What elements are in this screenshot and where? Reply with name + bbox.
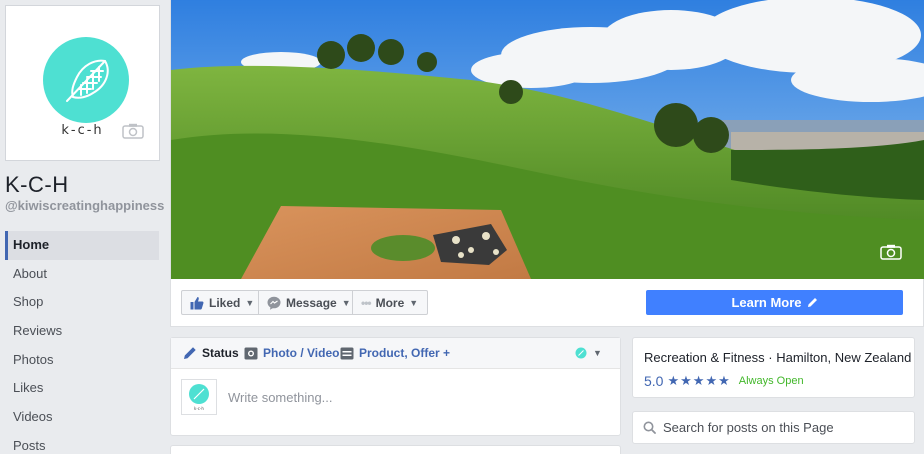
avatar: k-c-h (181, 379, 217, 415)
learn-more-label: Learn More (731, 295, 802, 310)
tab-photo-label: Photo / Video (263, 346, 340, 360)
pencil-icon (807, 297, 818, 308)
star-icon: ★ (692, 373, 705, 388)
tab-status[interactable]: Status (183, 346, 239, 360)
shop-icon (340, 347, 359, 360)
caret-down-icon: ▼ (341, 297, 351, 308)
nav-item-videos[interactable]: Videos (5, 403, 159, 432)
camera-icon (244, 347, 263, 360)
star-icon: ★ (680, 373, 692, 388)
camera-icon[interactable] (122, 123, 144, 144)
page-selector[interactable]: ▼ (575, 347, 602, 359)
category-location[interactable]: Recreation & Fitness · Hamilton, New Zea… (644, 350, 911, 365)
page-search (632, 411, 915, 444)
nav-item-shop[interactable]: Shop (5, 288, 159, 317)
post-composer: Status Photo / Video Product, Offer + ▼ … (170, 337, 621, 436)
liked-label: Liked (209, 295, 241, 310)
nav-item-reviews[interactable]: Reviews (5, 317, 159, 346)
profile-logo: k-c-h (10, 10, 155, 156)
nav-item-photos[interactable]: Photos (5, 346, 159, 375)
tab-photo-video[interactable]: Photo / Video (244, 346, 339, 360)
caret-down-icon: ▼ (593, 348, 602, 358)
composer-tabs: Status Photo / Video Product, Offer + ▼ (171, 338, 620, 369)
page-title: K-C-H (5, 172, 69, 197)
tab-status-label: Status (202, 346, 239, 360)
caret-down-icon: ▼ (245, 297, 255, 308)
search-input[interactable] (663, 412, 908, 443)
nav-item-home[interactable]: Home (5, 231, 159, 260)
more-dots-icon: ••• (361, 295, 372, 310)
rating-row: 5.0 ★ ★ ★ ★ ★ Always Open (644, 373, 804, 389)
open-status: Always Open (738, 375, 804, 387)
nav-item-posts[interactable]: Posts (5, 432, 159, 454)
feather-logo-icon (43, 37, 129, 123)
cover-card (170, 0, 924, 327)
tab-product-offer[interactable]: Product, Offer + (340, 346, 450, 360)
camera-icon[interactable] (880, 244, 902, 265)
nav-item-likes[interactable]: Likes (5, 374, 159, 403)
caret-down-icon: ▼ (409, 297, 419, 308)
about-card: Recreation & Fitness · Hamilton, New Zea… (632, 337, 915, 398)
thumbs-up-icon (190, 296, 204, 310)
nav-item-about[interactable]: About (5, 260, 159, 289)
rating-value[interactable]: 5.0 (644, 373, 663, 389)
message-button[interactable]: Message ▼ (258, 290, 353, 315)
profile-picture[interactable]: k-c-h (5, 5, 160, 161)
left-nav: Home About Shop Reviews Photos Likes Vid… (5, 231, 159, 454)
next-post-card (170, 445, 621, 454)
svg-text:k-c-h: k-c-h (194, 406, 204, 411)
more-button[interactable]: ••• More ▼ (352, 290, 428, 315)
composer-input[interactable]: Write something... (228, 390, 333, 405)
messenger-icon (267, 296, 281, 310)
cover-photo[interactable] (171, 0, 924, 279)
page-handle[interactable]: @kiwiscreatinghappiness (5, 198, 164, 213)
more-label: More (375, 295, 405, 310)
learn-more-button[interactable]: Learn More (646, 290, 903, 315)
pencil-icon (183, 346, 202, 360)
star-icon: ★ (718, 373, 730, 388)
search-icon (643, 421, 656, 439)
liked-button[interactable]: Liked ▼ (181, 290, 259, 315)
star-icon: ★ (705, 373, 718, 388)
page-avatar-icon (575, 347, 587, 359)
star-icon: ★ (667, 373, 680, 388)
tab-product-label: Product, Offer + (359, 346, 451, 360)
message-label: Message (286, 295, 337, 310)
